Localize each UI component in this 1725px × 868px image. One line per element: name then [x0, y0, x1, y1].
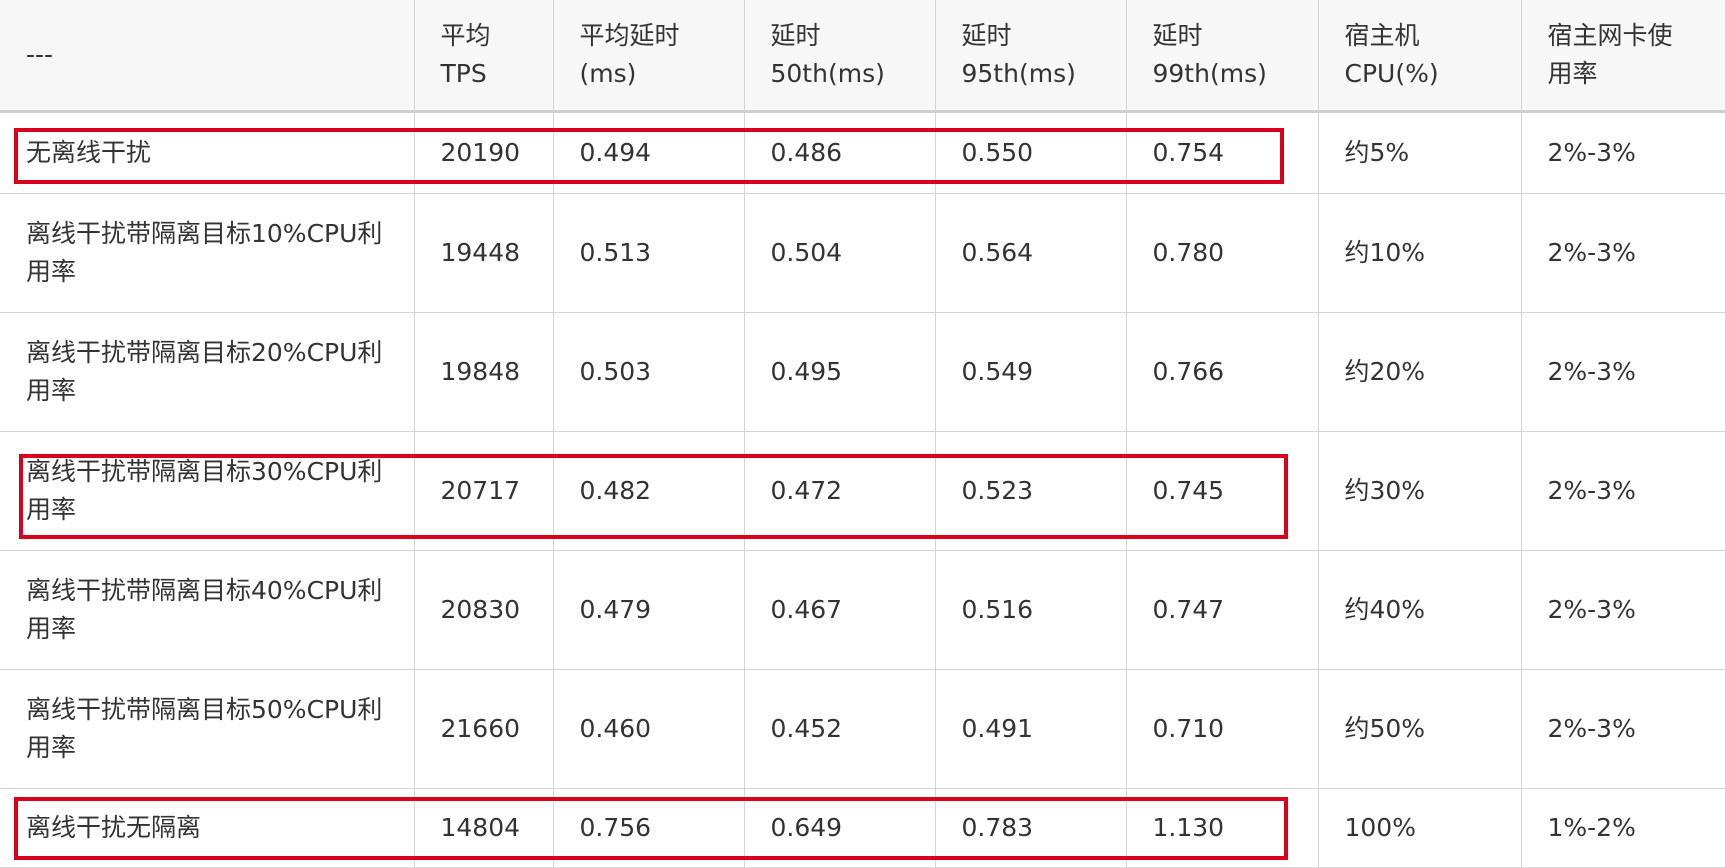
header-host-cpu: 宿主机 CPU(%) [1318, 0, 1522, 113]
cell-p50: 0.467 [744, 550, 936, 670]
cell-host-cpu: 100% [1318, 788, 1522, 868]
cell-nic-usage: 2%-3% [1521, 312, 1725, 432]
table-row: 离线干扰带隔离目标30%CPU利用率 20717 0.482 0.472 0.5… [0, 431, 1725, 551]
cell-tps: 20190 [414, 111, 554, 194]
cell-nic-usage: 1%-2% [1521, 788, 1725, 868]
cell-p50: 0.452 [744, 669, 936, 789]
cell-p95: 0.564 [935, 193, 1127, 313]
cell-tps: 19448 [414, 193, 554, 313]
cell-p50: 0.504 [744, 193, 936, 313]
cell-p95: 0.783 [935, 788, 1127, 868]
table-row: 离线干扰无隔离 14804 0.756 0.649 0.783 1.130 10… [0, 788, 1725, 868]
header-row: --- 平均 TPS 平均延时 (ms) 延时 50th(ms) 延时 95th(ms)… [0, 0, 1725, 113]
cell-avg-latency: 0.482 [553, 431, 745, 551]
cell-p95: 0.491 [935, 669, 1127, 789]
header-latency-p99: 延时 99th(ms) [1126, 0, 1319, 113]
cell-p99: 1.130 [1126, 788, 1319, 868]
cell-p95: 0.550 [935, 111, 1127, 194]
cell-host-cpu: 约5% [1318, 111, 1522, 194]
cell-host-cpu: 约30% [1318, 431, 1522, 551]
cell-p99: 0.710 [1126, 669, 1319, 789]
cell-host-cpu: 约50% [1318, 669, 1522, 789]
cell-nic-usage: 2%-3% [1521, 669, 1725, 789]
header-scenario: --- [0, 0, 415, 113]
table-container: --- 平均 TPS 平均延时 (ms) 延时 50th(ms) 延时 95th(ms)… [0, 0, 1725, 868]
cell-scenario: 离线干扰无隔离 [0, 788, 415, 868]
cell-avg-latency: 0.479 [553, 550, 745, 670]
cell-host-cpu: 约40% [1318, 550, 1522, 670]
cell-avg-latency: 0.756 [553, 788, 745, 868]
table-header: --- 平均 TPS 平均延时 (ms) 延时 50th(ms) 延时 95th(ms)… [0, 0, 1725, 113]
cell-avg-latency: 0.513 [553, 193, 745, 313]
cell-p99: 0.754 [1126, 111, 1319, 194]
cell-scenario: 无离线干扰 [0, 111, 415, 194]
cell-host-cpu: 约10% [1318, 193, 1522, 313]
header-nic-usage: 宿主网卡使 用率 [1521, 0, 1725, 113]
cell-p50: 0.486 [744, 111, 936, 194]
table-row: 离线干扰带隔离目标20%CPU利用率 19848 0.503 0.495 0.5… [0, 312, 1725, 432]
cell-host-cpu: 约20% [1318, 312, 1522, 432]
cell-p50: 0.495 [744, 312, 936, 432]
header-avg-latency: 平均延时 (ms) [553, 0, 745, 113]
cell-scenario: 离线干扰带隔离目标10%CPU利用率 [0, 193, 415, 313]
cell-nic-usage: 2%-3% [1521, 193, 1725, 313]
cell-p95: 0.523 [935, 431, 1127, 551]
cell-p95: 0.516 [935, 550, 1127, 670]
cell-scenario: 离线干扰带隔离目标50%CPU利用率 [0, 669, 415, 789]
cell-nic-usage: 2%-3% [1521, 431, 1725, 551]
cell-avg-latency: 0.460 [553, 669, 745, 789]
cell-nic-usage: 2%-3% [1521, 111, 1725, 194]
cell-tps: 19848 [414, 312, 554, 432]
cell-tps: 21660 [414, 669, 554, 789]
header-latency-p50: 延时 50th(ms) [744, 0, 936, 113]
cell-p99: 0.747 [1126, 550, 1319, 670]
table-row: 离线干扰带隔离目标40%CPU利用率 20830 0.479 0.467 0.5… [0, 550, 1725, 670]
cell-scenario: 离线干扰带隔离目标20%CPU利用率 [0, 312, 415, 432]
table-body: 无离线干扰 20190 0.494 0.486 0.550 0.754 约5% … [0, 111, 1725, 868]
header-avg-tps: 平均 TPS [414, 0, 554, 113]
cell-avg-latency: 0.503 [553, 312, 745, 432]
cell-scenario: 离线干扰带隔离目标40%CPU利用率 [0, 550, 415, 670]
header-latency-p95: 延时 95th(ms) [935, 0, 1127, 113]
cell-p99: 0.745 [1126, 431, 1319, 551]
cell-scenario: 离线干扰带隔离目标30%CPU利用率 [0, 431, 415, 551]
cell-tps: 14804 [414, 788, 554, 868]
cell-tps: 20717 [414, 431, 554, 551]
cell-nic-usage: 2%-3% [1521, 550, 1725, 670]
benchmark-table: --- 平均 TPS 平均延时 (ms) 延时 50th(ms) 延时 95th(ms)… [0, 0, 1725, 868]
cell-p50: 0.472 [744, 431, 936, 551]
cell-p99: 0.766 [1126, 312, 1319, 432]
table-row: 离线干扰带隔离目标50%CPU利用率 21660 0.460 0.452 0.4… [0, 669, 1725, 789]
cell-avg-latency: 0.494 [553, 111, 745, 194]
cell-p50: 0.649 [744, 788, 936, 868]
cell-tps: 20830 [414, 550, 554, 670]
cell-p99: 0.780 [1126, 193, 1319, 313]
table-row: 无离线干扰 20190 0.494 0.486 0.550 0.754 约5% … [0, 111, 1725, 194]
table-row: 离线干扰带隔离目标10%CPU利用率 19448 0.513 0.504 0.5… [0, 193, 1725, 313]
cell-p95: 0.549 [935, 312, 1127, 432]
